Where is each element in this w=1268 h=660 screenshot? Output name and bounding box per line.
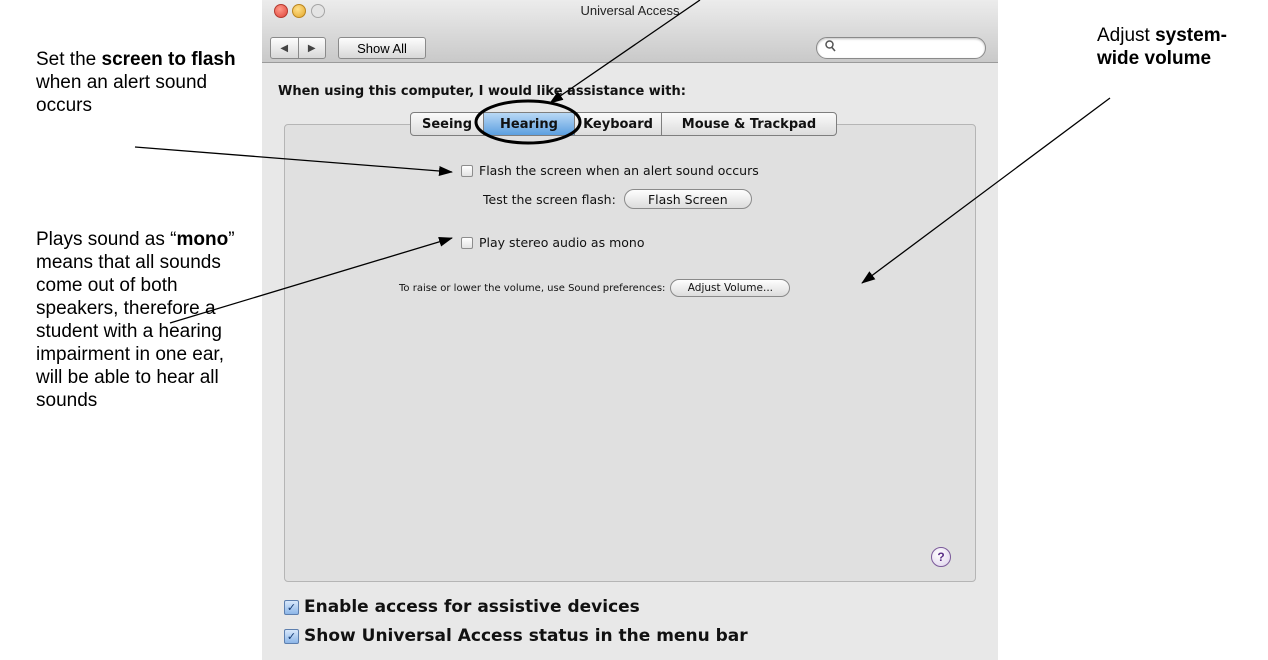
assistive-devices-label: Enable access for assistive devices (304, 597, 640, 617)
mono-audio-label: Play stereo audio as mono (479, 235, 645, 250)
help-button[interactable]: ? (931, 547, 951, 567)
status-menu-checkbox[interactable]: ✓ (284, 628, 299, 644)
adjust-volume-button[interactable]: Adjust Volume... (670, 279, 791, 297)
search-field[interactable] (816, 37, 986, 59)
volume-row: To raise or lower the volume, use Sound … (399, 279, 791, 297)
flash-screen-label: Flash the screen when an alert sound occ… (479, 163, 759, 178)
flash-screen-checkbox[interactable] (461, 164, 473, 177)
tab-seeing[interactable]: Seeing (411, 113, 484, 135)
flash-screen-option[interactable]: Flash the screen when an alert sound occ… (461, 163, 759, 178)
annotation-mono: Plays sound as “mono” means that all sou… (36, 229, 235, 411)
universal-access-window: Universal Access ◀ ▶ Show All When using… (262, 0, 998, 660)
mono-audio-checkbox[interactable] (461, 236, 473, 249)
forward-arrow-icon: ▶ (307, 42, 316, 54)
annotation-screen-flash: Set the screen to flash when an alert so… (36, 49, 236, 116)
enable-assistive-devices-option[interactable]: ✓ Enable access for assistive devices (284, 597, 640, 617)
tab-hearing[interactable]: Hearing (484, 113, 575, 135)
tab-mouse-trackpad[interactable]: Mouse & Trackpad (662, 113, 836, 135)
window-title: Universal Access (580, 3, 680, 18)
title-bar: Universal Access ◀ ▶ Show All (262, 0, 998, 63)
search-icon (825, 40, 836, 55)
help-icon: ? (937, 550, 945, 564)
assistance-tabs: Seeing Hearing Keyboard Mouse & Trackpad (410, 112, 837, 136)
back-arrow-icon: ◀ (280, 42, 289, 54)
back-button[interactable]: ◀ (271, 38, 299, 58)
assistive-devices-checkbox[interactable]: ✓ (284, 599, 299, 615)
test-flash-row: Test the screen flash: Flash Screen (483, 189, 752, 209)
mono-audio-option[interactable]: Play stereo audio as mono (461, 235, 644, 250)
annotation-system-volume: Adjust system-wide volume (1097, 25, 1227, 69)
show-status-menu-option[interactable]: ✓ Show Universal Access status in the me… (284, 626, 748, 646)
hearing-pane: Flash the screen when an alert sound occ… (284, 124, 976, 582)
flash-screen-button[interactable]: Flash Screen (623, 189, 752, 209)
back-forward-control: ◀ ▶ (270, 37, 326, 59)
status-menu-label: Show Universal Access status in the menu… (304, 626, 748, 646)
forward-button[interactable]: ▶ (299, 38, 326, 58)
volume-label: To raise or lower the volume, use Sound … (399, 282, 666, 294)
tab-keyboard[interactable]: Keyboard (575, 113, 662, 135)
show-all-button[interactable]: Show All (338, 37, 426, 59)
assistance-prompt: When using this computer, I would like a… (278, 84, 686, 99)
test-flash-label: Test the screen flash: (483, 191, 616, 207)
